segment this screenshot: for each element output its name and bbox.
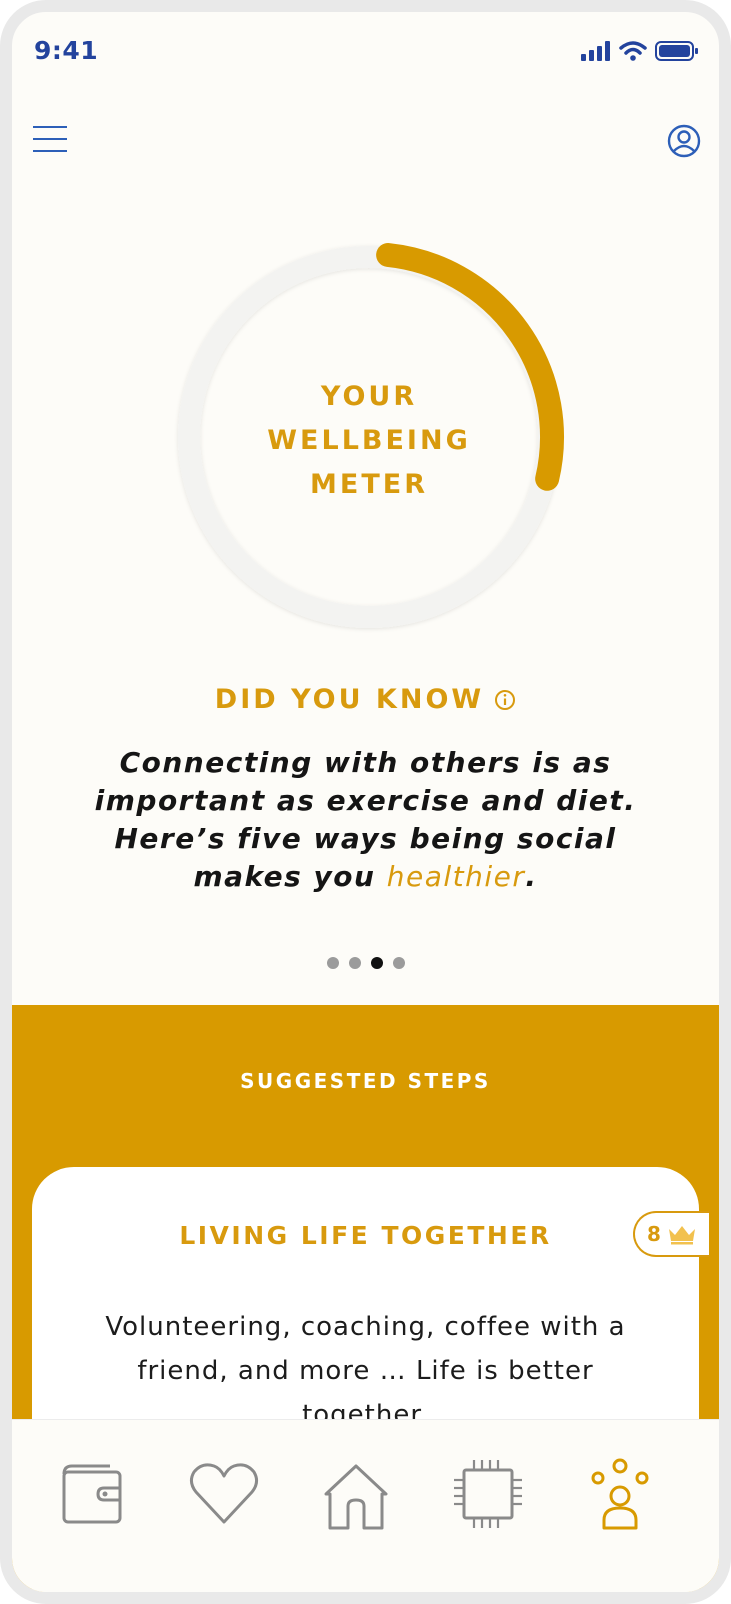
nav-community[interactable] [580, 1454, 660, 1534]
wallet-icon [62, 1464, 122, 1524]
step-card-title: LIVING LIFE TOGETHER [179, 1221, 552, 1250]
status-icons [581, 40, 699, 62]
menu-button[interactable] [32, 122, 68, 158]
fact-line-4-prefix: makes you [193, 860, 387, 893]
hamburger-menu-icon [33, 126, 67, 152]
meter-label-line-2: WELLBEING [267, 425, 471, 456]
did-you-know-heading: DID YOU KNOW [12, 684, 719, 715]
heart-icon [189, 1463, 259, 1524]
meter-label-line-1: YOUR [320, 381, 418, 412]
suggested-steps-title: SUGGESTED STEPS [240, 1069, 491, 1093]
wifi-icon [619, 41, 647, 61]
profile-button[interactable] [667, 124, 701, 158]
carousel-pager [12, 957, 719, 969]
fact-highlight-link[interactable]: healthier [387, 860, 526, 893]
pager-dot[interactable] [348, 957, 361, 969]
home-icon [324, 1464, 388, 1530]
fact-line-1: Connecting with others is as [119, 746, 612, 779]
fact-line-3: Here’s five ways being social [114, 822, 617, 855]
nav-home[interactable] [316, 1454, 396, 1534]
app-screen: 9:41 YOUR WELLBEING METER DID YOU KNOW C… [12, 12, 719, 1592]
crown-icon [668, 1226, 695, 1245]
did-you-know-title: DID YOU KNOW [214, 684, 485, 715]
meter-label: YOUR WELLBEING METER [169, 375, 569, 507]
step-card-description: Volunteering, coaching, coffee with a fr… [72, 1305, 659, 1437]
pager-dot[interactable] [326, 957, 339, 969]
nav-wallet[interactable] [52, 1454, 132, 1534]
user-profile-icon [667, 124, 701, 158]
signal-icon [581, 41, 610, 61]
pager-dot[interactable] [392, 957, 405, 969]
community-icon [591, 1458, 649, 1530]
nav-health[interactable] [184, 1454, 264, 1534]
nav-chip[interactable] [448, 1454, 528, 1534]
points-count: 8 [647, 1222, 661, 1246]
wellbeing-meter[interactable]: YOUR WELLBEING METER [169, 237, 569, 637]
pager-dot[interactable] [370, 957, 383, 969]
points-badge: 8 [633, 1211, 709, 1257]
chip-icon [454, 1460, 522, 1528]
status-time: 9:41 [34, 36, 99, 65]
bottom-navigation [12, 1419, 719, 1592]
meter-label-line-3: METER [310, 469, 428, 500]
fact-line-2: important as exercise and diet. [94, 784, 637, 817]
step-desc-line-2: friend, and more … Life is better [137, 1356, 594, 1386]
info-icon[interactable] [494, 689, 516, 711]
phone-frame: 9:41 YOUR WELLBEING METER DID YOU KNOW C… [0, 0, 731, 1604]
battery-icon [655, 41, 698, 61]
step-desc-line-1: Volunteering, coaching, coffee with a [105, 1312, 626, 1342]
fact-line-4: makes you healthier. [82, 858, 649, 896]
did-you-know-text: Connecting with others is as important a… [82, 744, 649, 896]
fact-line-4-suffix: . [525, 860, 538, 893]
